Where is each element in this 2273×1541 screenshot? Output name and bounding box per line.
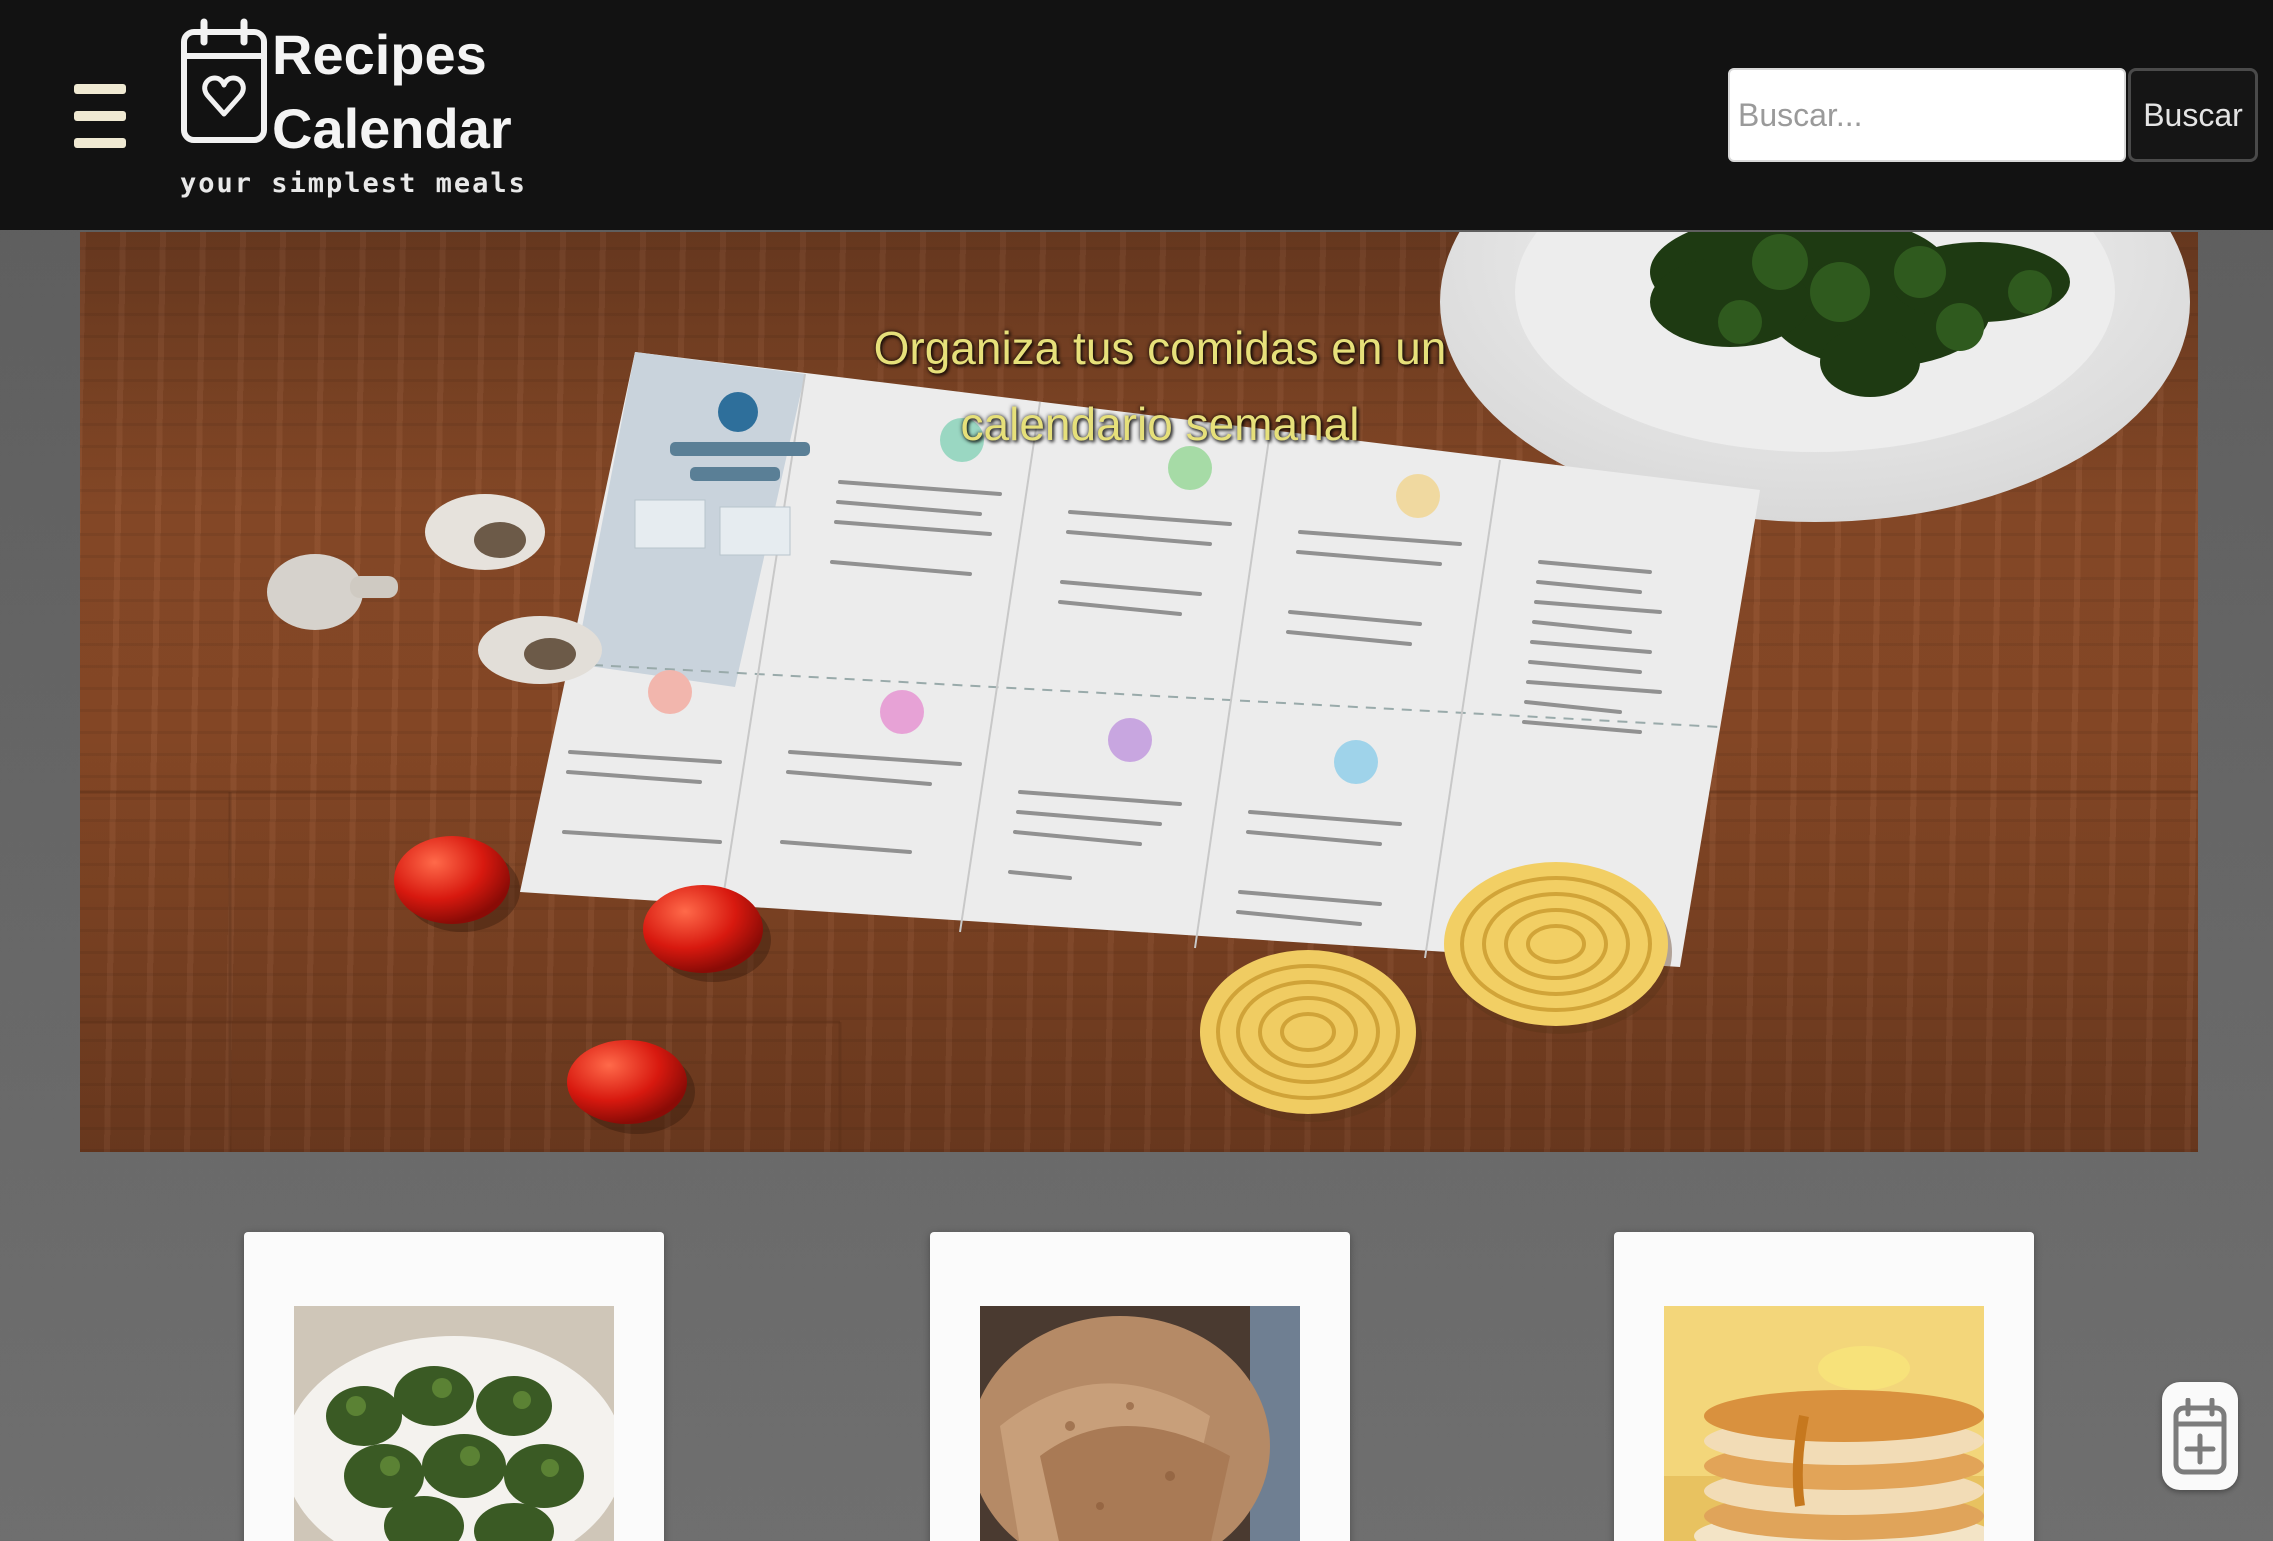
recipe-card[interactable] [244, 1232, 664, 1541]
calendar-heart-icon [181, 18, 267, 143]
menu-bar [74, 84, 126, 94]
calendar-add-icon [2173, 1398, 2227, 1475]
logo-title-line2: Calendar [272, 97, 512, 160]
menu-bar [74, 111, 126, 121]
recipe-image-pancakes-with-syrup [1664, 1306, 1984, 1541]
hero-headline-line1: Organiza tus comidas en un [873, 322, 1447, 374]
recipe-card[interactable] [930, 1232, 1350, 1541]
hero-headline: Organiza tus comidas en un calendario se… [780, 310, 1540, 462]
site-logo[interactable]: Recipes Calendar your simplest meals [180, 18, 525, 203]
top-navbar: Recipes Calendar your simplest meals Bus… [0, 0, 2273, 230]
recipe-image-spinach-fritters [294, 1306, 614, 1541]
hero-headline-line2: calendario semanal [960, 398, 1360, 450]
hero-banner: Organiza tus comidas en un calendario se… [80, 232, 2198, 1152]
search-input[interactable] [1728, 68, 2126, 162]
search-button[interactable]: Buscar [2128, 68, 2258, 162]
add-to-calendar-button[interactable] [2162, 1382, 2238, 1490]
logo-tagline: your simplest meals [180, 168, 527, 199]
logo-title: Recipes Calendar [272, 18, 512, 166]
menu-bar [74, 138, 126, 148]
logo-title-line1: Recipes [272, 23, 487, 86]
recipe-image-flatbread-wraps [980, 1306, 1300, 1541]
recipe-card[interactable] [1614, 1232, 2034, 1541]
hamburger-menu-icon[interactable] [74, 84, 126, 148]
